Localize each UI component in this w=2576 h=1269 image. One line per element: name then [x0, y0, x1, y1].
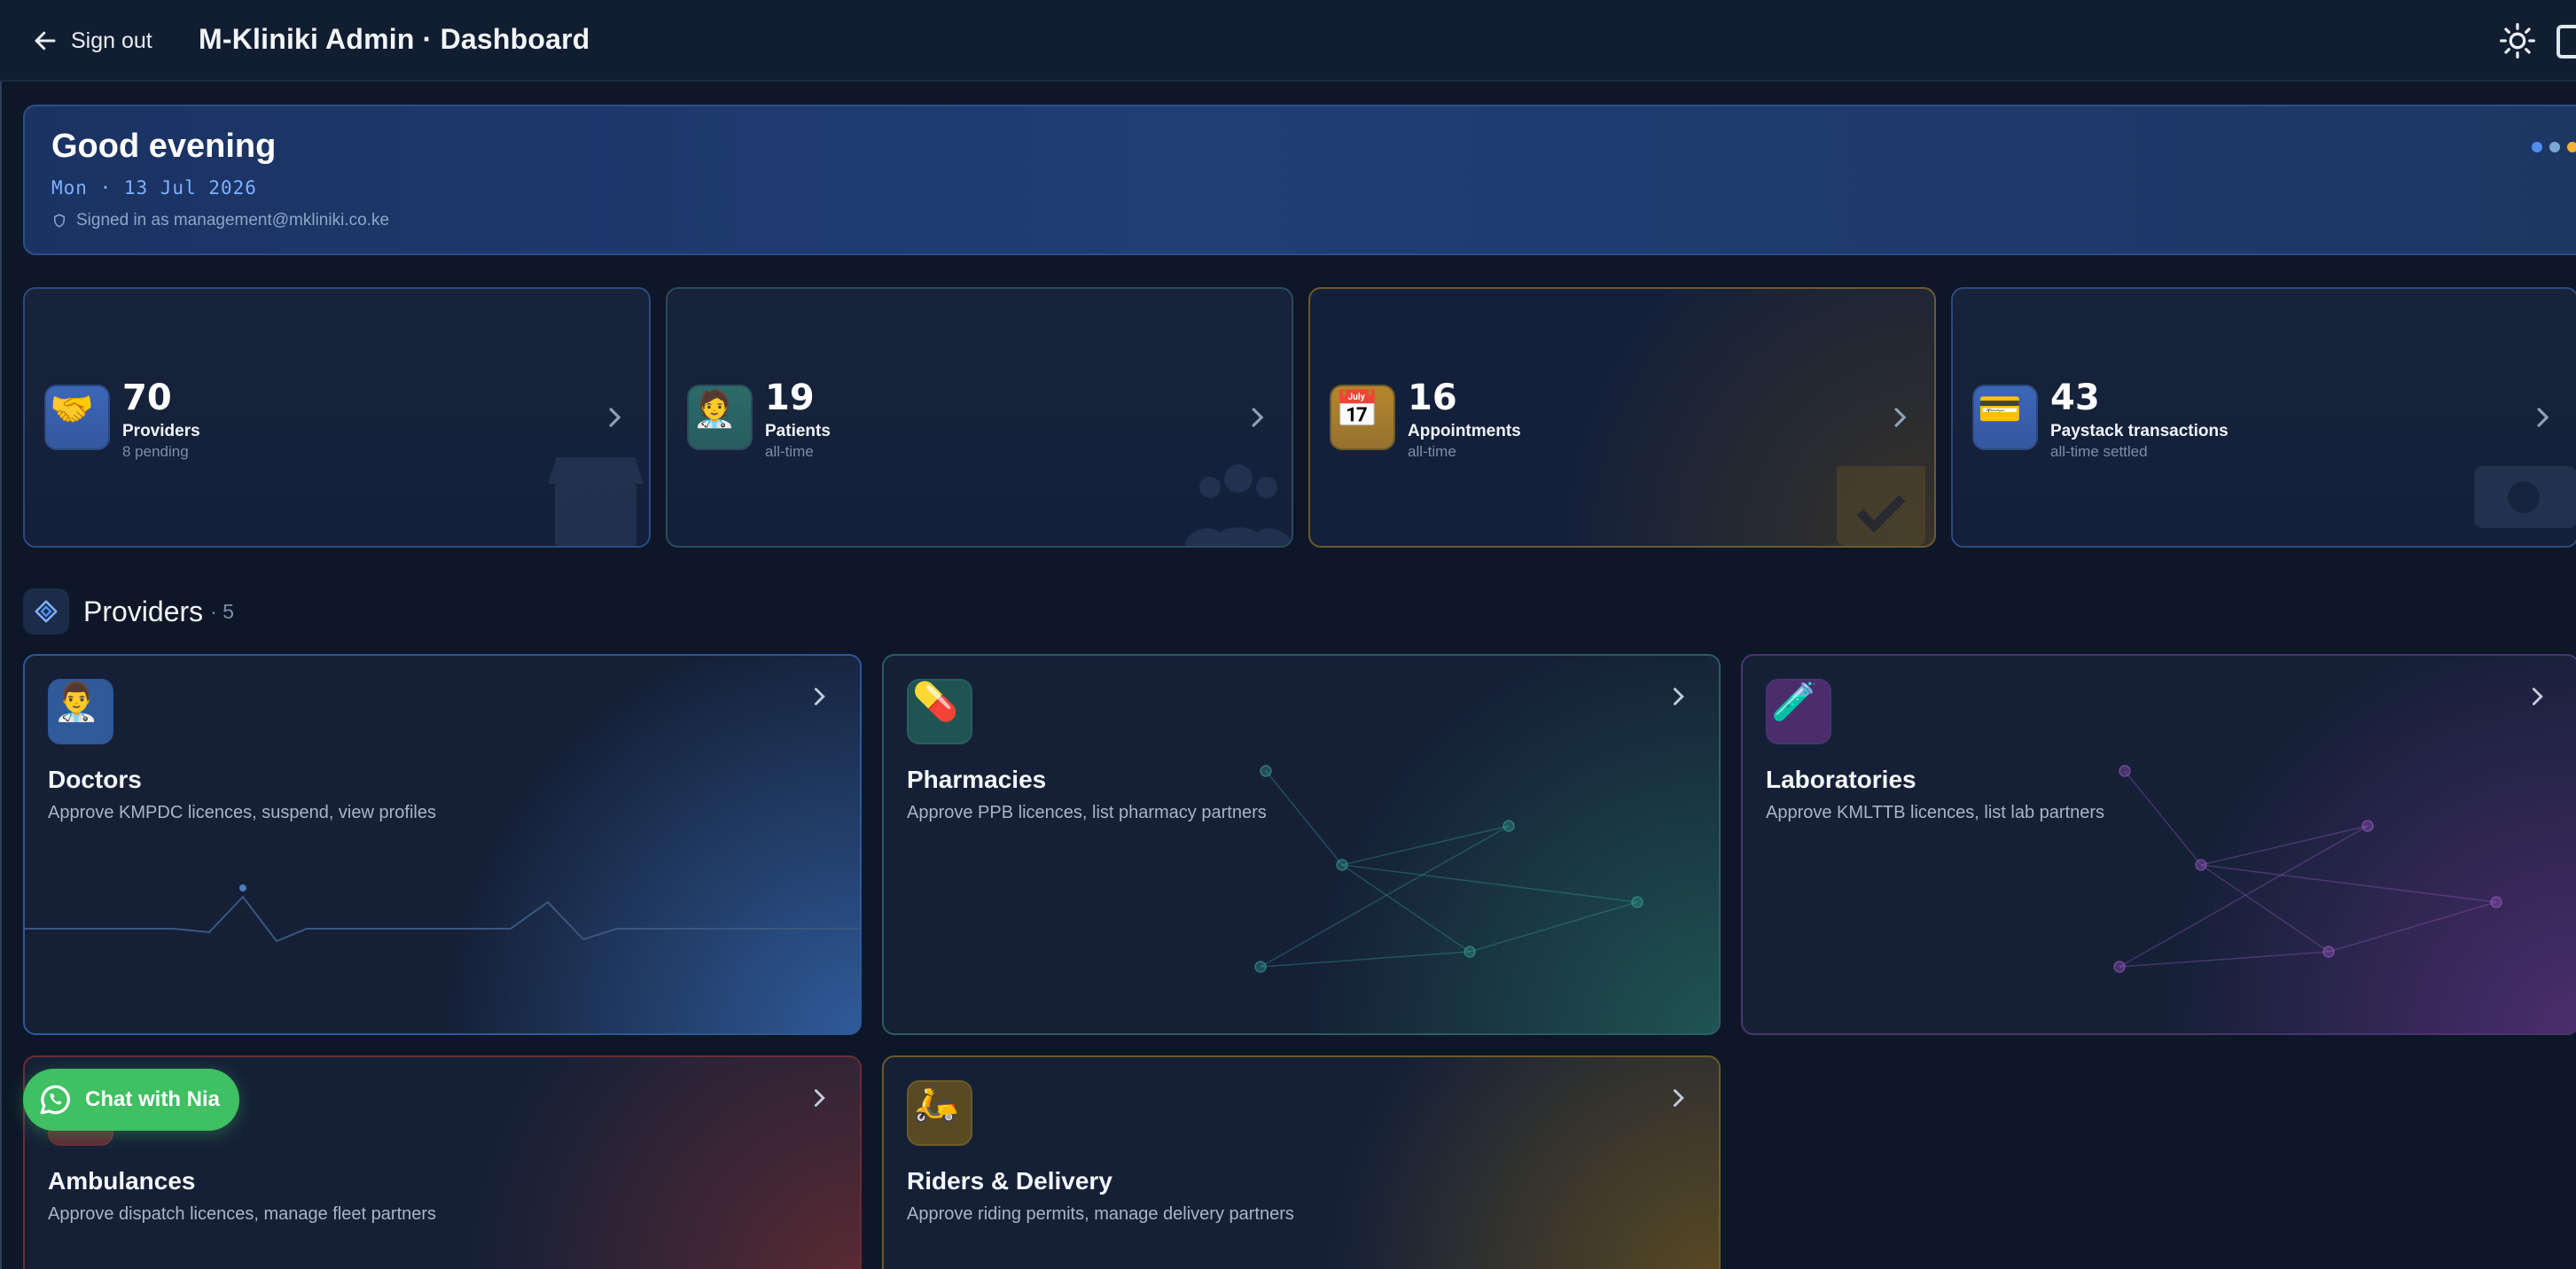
chevron-right-icon: [1894, 408, 1907, 427]
provider-title: Riders & Delivery: [907, 1167, 1112, 1195]
chevron-right-icon: [1673, 1089, 1684, 1107]
status-dot: [2567, 142, 2576, 152]
stat-value: 70: [122, 378, 172, 418]
stat-label: Paystack transactions: [2050, 422, 2229, 440]
test-tube-icon: 🧪: [1766, 679, 1831, 744]
signed-in-text: Signed in as management@mkliniki.co.ke: [76, 211, 390, 230]
stat-value: 16: [1408, 378, 1457, 418]
stat-label: Appointments: [1408, 422, 1521, 440]
greeting-date: Mon · 13 Jul 2026: [51, 177, 257, 199]
stat-label: Providers: [122, 422, 200, 440]
signed-in-info: Signed in as management@mkliniki.co.ke: [51, 211, 389, 230]
arrow-left-icon: [35, 31, 56, 51]
shield-icon: [54, 214, 65, 228]
stat-value: 43: [2050, 378, 2100, 418]
stat-subtext: all-time settled: [2050, 443, 2148, 460]
provider-title: Doctors: [48, 766, 142, 793]
provider-title: Laboratories: [1766, 766, 1916, 793]
section-count: · 5: [210, 599, 234, 623]
stat-subtext: all-time: [1408, 443, 1456, 460]
pill-icon: 💊: [907, 679, 972, 744]
providers-section-header: Providers · 5: [23, 588, 234, 634]
stat-value: 19: [765, 378, 815, 418]
stat-subtext: 8 pending: [122, 443, 189, 460]
watermark-icon: [2474, 466, 2576, 528]
handshake-icon: 🤝: [44, 385, 110, 450]
top-bar: Sign out M-Kliniki Admin · Dashboard: [0, 0, 2576, 82]
greeting-title: Good evening: [51, 128, 277, 165]
calendar-icon: 📅: [1330, 385, 1395, 450]
provider-card-riders[interactable]: 🛵 Riders & Delivery Approve riding permits…: [882, 1055, 1721, 1269]
heartbeat-line: [25, 884, 860, 943]
chevron-right-icon: [2532, 688, 2543, 705]
tag-icon: [23, 588, 69, 634]
chat-label: Chat with Nia: [85, 1087, 221, 1111]
sun-icon[interactable]: [2498, 21, 2537, 60]
provider-card-laboratories[interactable]: 🧪 Laboratories Approve KMLTTB licences, li…: [1741, 654, 2576, 1035]
status-dot: [2532, 142, 2542, 152]
stat-subtext: all-time: [765, 443, 814, 460]
whatsapp-icon: [40, 1085, 70, 1115]
greeting-banner: Good evening Mon · 13 Jul 2026 Signed in…: [23, 105, 2576, 255]
provider-description: Approve PPB licences, list pharmacy part…: [907, 803, 1267, 822]
doctor-icon: 👨‍⚕️: [48, 679, 113, 744]
stat-label: Patients: [765, 422, 831, 440]
provider-title: Pharmacies: [907, 766, 1047, 793]
chevron-right-icon: [814, 1089, 825, 1107]
provider-card-pharmacies[interactable]: 💊 Pharmacies Approve PPB licences, list ph…: [882, 654, 1721, 1035]
sign-out-label: Sign out: [71, 27, 152, 53]
page-title: M-Kliniki Admin · Dashboard: [199, 23, 590, 55]
status-dot: [2549, 142, 2560, 152]
provider-card-doctors[interactable]: 👨‍⚕️ Doctors Approve KMPDC licences, suspe…: [23, 654, 862, 1035]
provider-description: Approve KMLTTB licences, list lab partne…: [1766, 803, 2105, 822]
status-dots: [2532, 142, 2576, 152]
chevron-right-icon: [2537, 408, 2549, 427]
provider-title: Ambulances: [48, 1167, 196, 1195]
provider-description: Approve riding permits, manage delivery …: [907, 1204, 1294, 1224]
logout-icon[interactable]: [2556, 25, 2576, 58]
watermark-icon: [548, 457, 644, 546]
watermark-icon: [1837, 466, 1925, 546]
credit-card-icon: 💳: [1972, 385, 2038, 450]
chat-with-nia-button[interactable]: Chat with Nia: [23, 1069, 239, 1131]
network-graph: [1254, 765, 1643, 973]
chevron-right-icon: [1673, 688, 1684, 705]
scooter-icon: 🛵: [907, 1080, 972, 1146]
sign-out-button[interactable]: Sign out: [32, 25, 152, 57]
chevron-right-icon: [814, 688, 825, 705]
chevron-right-icon: [1252, 408, 1264, 427]
section-title: Providers: [83, 595, 204, 627]
provider-description: Approve dispatch licences, manage fleet …: [48, 1204, 437, 1224]
stat-card-appointments[interactable]: 📅 16 Appointments all-time: [1308, 287, 1936, 548]
provider-description: Approve KMPDC licences, suspend, view pr…: [48, 803, 436, 822]
chevron-right-icon: [609, 408, 621, 427]
stat-card-paystack[interactable]: 💳 43 Paystack transactions all-time settled: [1951, 287, 2576, 548]
health-worker-icon: 🧑‍⚕️: [687, 385, 753, 450]
network-graph: [2113, 765, 2502, 973]
watermark-icon: [1185, 464, 1292, 546]
stat-card-providers[interactable]: 🤝 70 Providers 8 pending: [23, 287, 651, 548]
stat-card-patients[interactable]: 🧑‍⚕️ 19 Patients all-time: [666, 287, 1293, 548]
